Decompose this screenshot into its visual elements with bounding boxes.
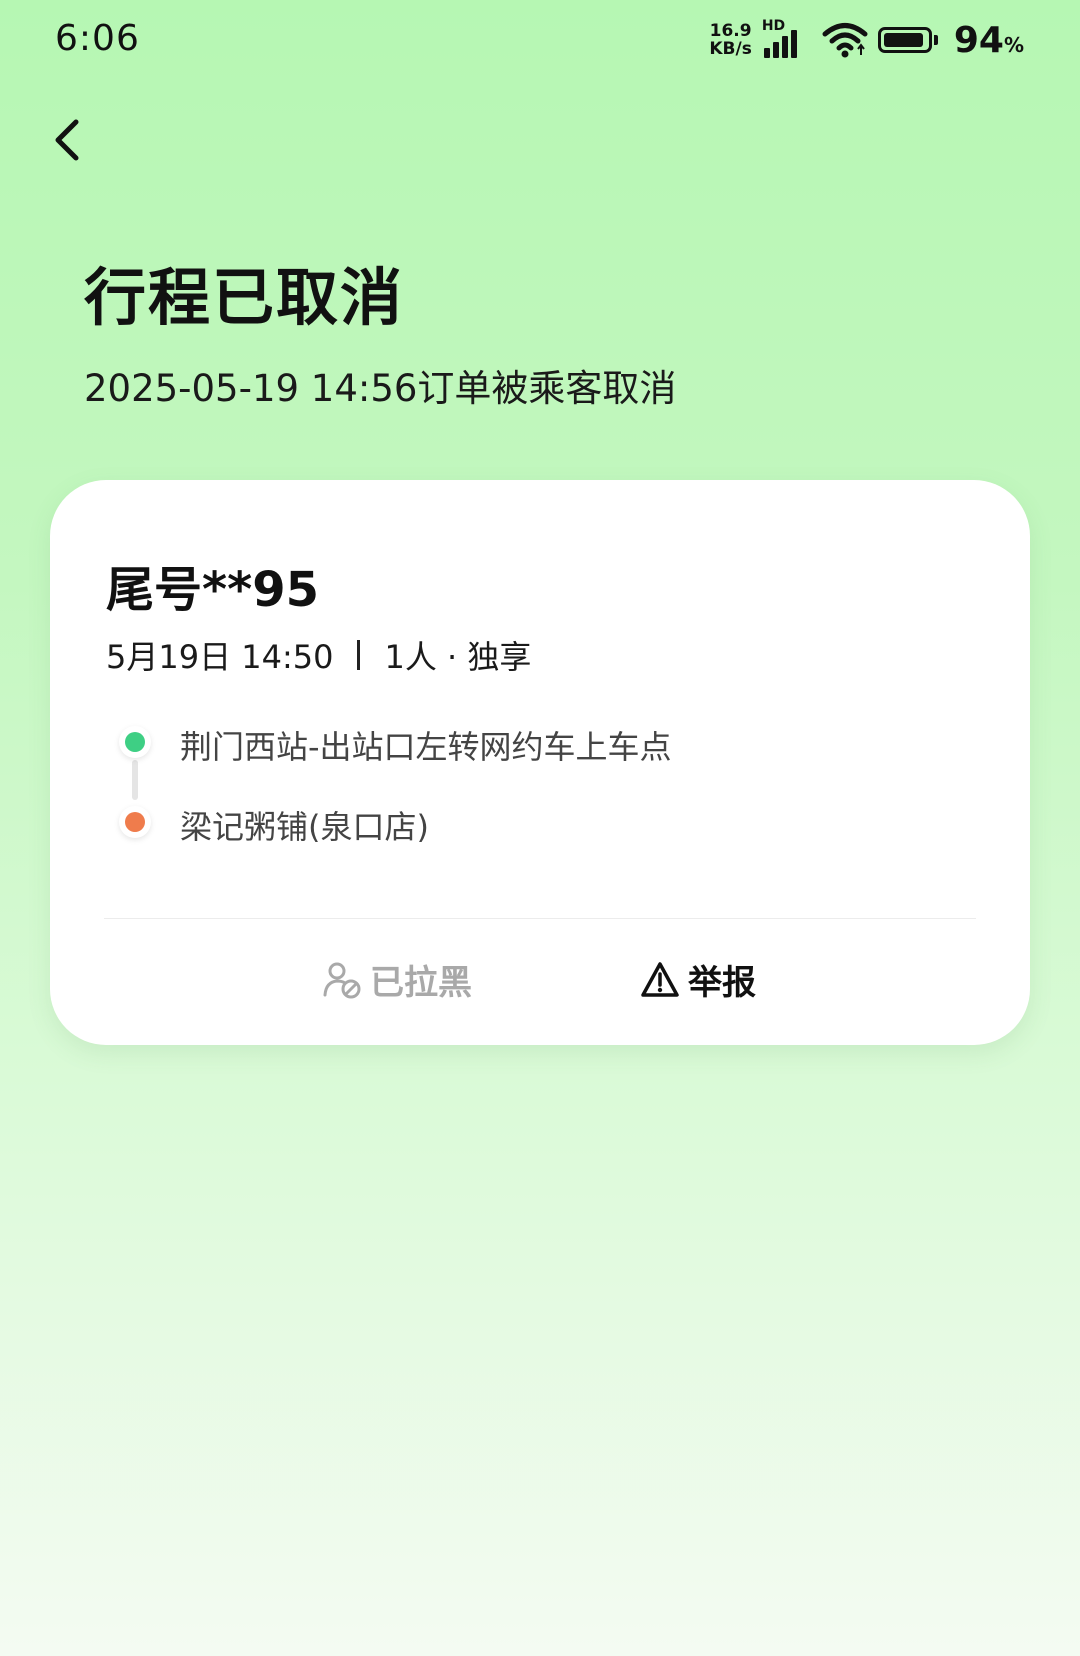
network-speed: 16.9 KB/s <box>709 22 751 58</box>
user-blocked-icon <box>323 962 361 998</box>
end-point-icon <box>125 812 145 832</box>
wifi-icon <box>822 23 868 58</box>
status-bar: 6:06 16.9 KB/s HD 94% <box>0 0 1080 80</box>
cellular-signal-icon: HD <box>762 18 812 60</box>
page-title: 行程已取消 <box>84 261 405 334</box>
trip-meta: 5月19日 14:50 1人 · 独享 <box>106 632 531 678</box>
route-connector <box>132 760 138 800</box>
battery-percent-sign: % <box>1003 32 1024 57</box>
report-button[interactable]: 举报 <box>640 955 756 1004</box>
battery-percent-value: 94 <box>953 19 1004 61</box>
status-time: 6:06 <box>55 18 140 59</box>
report-label: 举报 <box>688 963 756 1003</box>
order-card: 尾号**95 5月19日 14:50 1人 · 独享 荆门西站-出站口左转网约车… <box>50 480 1030 1045</box>
trip-time: 5月19日 14:50 <box>106 638 334 676</box>
network-speed-value: 16.9 <box>709 21 752 41</box>
blacklisted-label: 已拉黑 <box>370 963 472 1003</box>
route-end: 梁记粥铺(泉口店) <box>180 808 429 846</box>
cancel-info: 2025-05-19 14:56订单被乘客取消 <box>84 367 677 410</box>
route-start: 荆门西站-出站口左转网约车上车点 <box>180 728 672 766</box>
warning-icon <box>641 961 679 997</box>
trip-detail: 1人 · 独享 <box>384 638 532 676</box>
passenger-tail-number: 尾号**95 <box>106 562 320 618</box>
route: 荆门西站-出站口左转网约车上车点 梁记粥铺(泉口店) <box>106 720 966 860</box>
start-point-icon <box>125 732 145 752</box>
card-divider <box>104 918 976 919</box>
blacklisted-button[interactable]: 已拉黑 <box>322 955 472 1004</box>
network-speed-unit: KB/s <box>709 39 752 59</box>
battery-percent: 94% <box>954 20 1024 61</box>
back-button[interactable] <box>42 112 98 168</box>
chevron-left-icon <box>55 119 79 161</box>
battery-icon <box>877 27 938 53</box>
meta-divider <box>357 640 361 670</box>
status-icons: 16.9 KB/s HD 94% <box>709 18 1024 62</box>
